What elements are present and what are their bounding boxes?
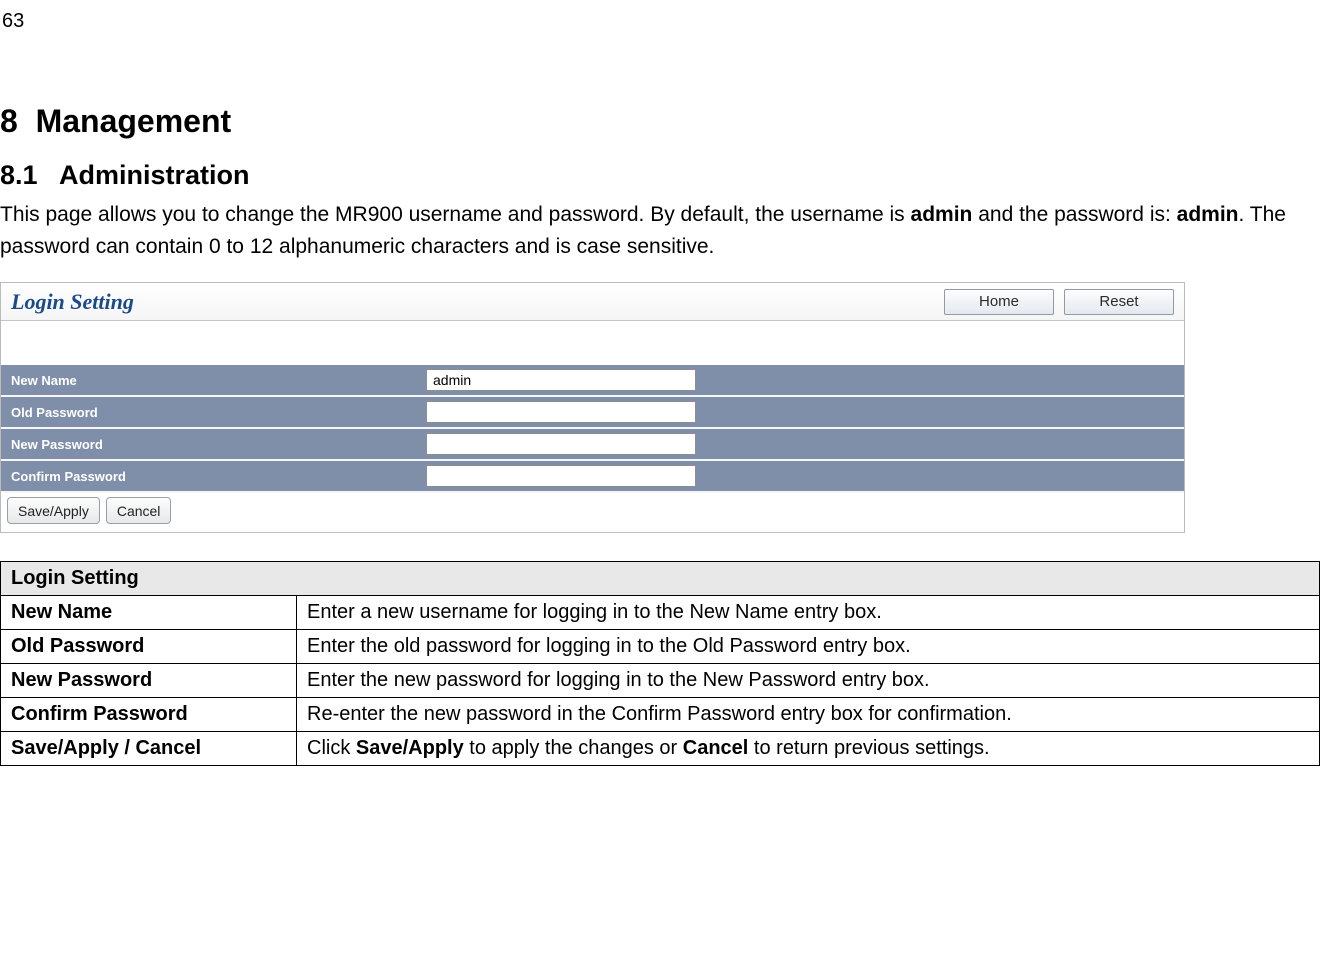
input-confirm-password-field[interactable] (431, 465, 691, 487)
table-row: Old Password Enter the old password for … (1, 630, 1320, 664)
heading-administration: 8.1 Administration (0, 160, 1337, 191)
table-cell-name: Save/Apply / Cancel (1, 732, 297, 766)
table-row: New Name Enter a new username for loggin… (1, 596, 1320, 630)
intro-text: This page allows you to change the MR900… (0, 203, 911, 226)
input-old-password[interactable] (426, 401, 696, 423)
description-table: Login Setting New Name Enter a new usern… (0, 561, 1320, 766)
input-confirm-password[interactable] (426, 465, 696, 487)
row-old-password: Old Password (1, 397, 1184, 429)
table-cell-desc: Click Save/Apply to apply the changes or… (297, 732, 1320, 766)
label-old-password: Old Password (1, 405, 426, 420)
table-row: Save/Apply / Cancel Click Save/Apply to … (1, 732, 1320, 766)
desc-bold: Cancel (683, 737, 749, 759)
table-row: New Password Enter the new password for … (1, 664, 1320, 698)
panel-title: Login Setting (11, 289, 134, 315)
home-button[interactable]: Home (944, 289, 1054, 315)
table-row: Confirm Password Re-enter the new passwo… (1, 698, 1320, 732)
panel-header: Login Setting Home Reset (1, 283, 1184, 321)
cancel-button[interactable]: Cancel (106, 497, 172, 524)
panel-actions: Save/Apply Cancel (1, 493, 1184, 532)
intro-paragraph: This page allows you to change the MR900… (0, 199, 1337, 262)
desc-text: Click (307, 737, 356, 759)
table-cell-name: New Password (1, 664, 297, 698)
desc-text: to return previous settings. (748, 737, 989, 759)
table-cell-desc: Enter the old password for logging in to… (297, 630, 1320, 664)
login-setting-panel: Login Setting Home Reset New Name Old Pa… (0, 282, 1185, 533)
reset-button[interactable]: Reset (1064, 289, 1174, 315)
row-new-name: New Name (1, 365, 1184, 397)
table-cell-name: New Name (1, 596, 297, 630)
label-new-password: New Password (1, 437, 426, 452)
intro-text2: and the password is: (972, 203, 1176, 226)
input-new-name[interactable] (426, 369, 696, 391)
desc-bold: Save/Apply (356, 737, 464, 759)
input-old-password-field[interactable] (431, 401, 691, 423)
input-new-password[interactable] (426, 433, 696, 455)
row-new-password: New Password (1, 429, 1184, 461)
table-cell-desc: Enter the new password for logging in to… (297, 664, 1320, 698)
save-apply-button[interactable]: Save/Apply (7, 497, 100, 524)
table-cell-desc: Enter a new username for logging in to t… (297, 596, 1320, 630)
table-header: Login Setting (1, 562, 1320, 596)
table-cell-name: Old Password (1, 630, 297, 664)
page-number: 63 (0, 10, 1337, 33)
row-confirm-password: Confirm Password (1, 461, 1184, 493)
desc-text: to apply the changes or (464, 737, 683, 759)
table-cell-desc: Re-enter the new password in the Confirm… (297, 698, 1320, 732)
intro-bold-admin2: admin (1177, 203, 1239, 226)
intro-bold-admin1: admin (911, 203, 973, 226)
table-cell-name: Confirm Password (1, 698, 297, 732)
heading-management: 8 Management (0, 103, 1337, 140)
panel-spacer (1, 321, 1184, 365)
input-new-password-field[interactable] (431, 433, 691, 455)
label-confirm-password: Confirm Password (1, 469, 426, 484)
input-new-name-field[interactable] (431, 369, 691, 391)
label-new-name: New Name (1, 373, 426, 388)
